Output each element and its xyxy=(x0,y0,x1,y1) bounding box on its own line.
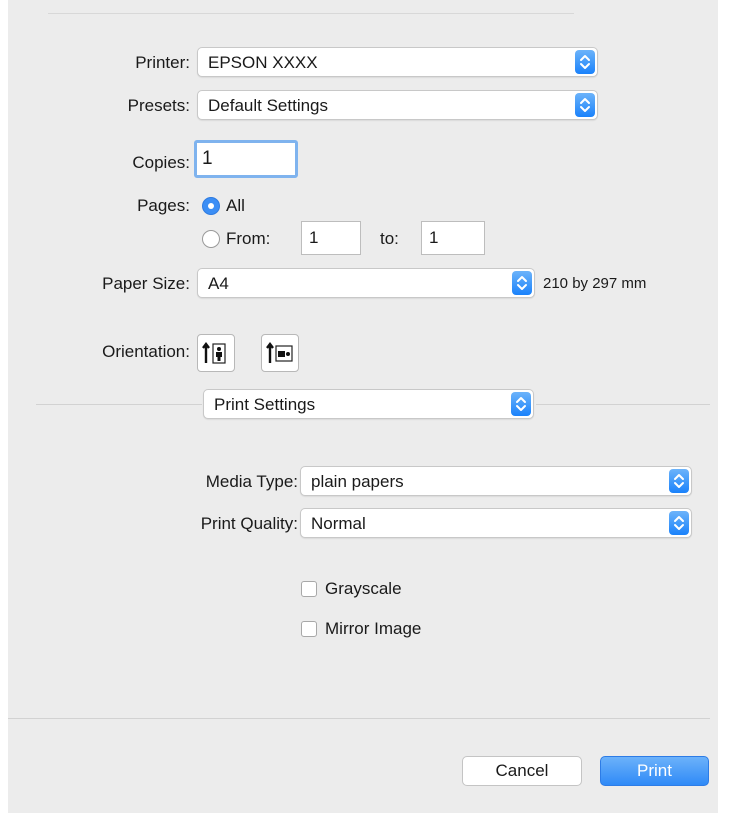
paper-dimensions: 210 by 297 mm xyxy=(543,275,647,292)
print-quality-value: Normal xyxy=(311,514,366,533)
printer-label: Printer: xyxy=(135,53,190,72)
separator-left xyxy=(36,404,202,405)
print-quality-label: Print Quality: xyxy=(200,514,298,533)
media-type-popup[interactable]: plain papers xyxy=(300,466,692,496)
copies-label: Copies: xyxy=(132,153,190,172)
bottom-separator xyxy=(8,718,710,719)
orientation-portrait-button[interactable] xyxy=(197,334,235,372)
updown-arrows-icon xyxy=(669,469,689,493)
paper-size-value: A4 xyxy=(208,274,229,293)
copies-field[interactable]: 1 xyxy=(194,140,298,178)
updown-arrows-icon xyxy=(575,50,595,74)
updown-arrows-icon xyxy=(511,392,531,416)
pages-label: Pages: xyxy=(137,196,190,215)
updown-arrows-icon xyxy=(669,511,689,535)
presets-popup[interactable]: Default Settings xyxy=(197,90,598,120)
orientation-label: Orientation: xyxy=(102,342,190,361)
pages-from-label: From: xyxy=(226,229,271,248)
paper-size-popup[interactable]: A4 xyxy=(197,268,535,298)
presets-value: Default Settings xyxy=(208,96,329,115)
separator-right xyxy=(536,404,710,405)
top-divider xyxy=(48,13,574,14)
pages-from-field[interactable]: 1 xyxy=(301,221,361,255)
pages-to-field[interactable]: 1 xyxy=(421,221,485,255)
portrait-orientation-icon xyxy=(202,342,226,364)
grayscale-label: Grayscale xyxy=(325,579,402,598)
pages-from-value: 1 xyxy=(309,228,319,247)
media-type-label: Media Type: xyxy=(205,472,298,491)
print-dialog: Printer: EPSON XXXX Presets: Default Set… xyxy=(8,0,718,813)
print-quality-popup[interactable]: Normal xyxy=(300,508,692,538)
landscape-orientation-icon xyxy=(266,342,293,363)
pages-to-label: to: xyxy=(380,229,399,248)
media-type-value: plain papers xyxy=(311,472,404,491)
presets-label: Presets: xyxy=(127,96,190,115)
panel-selector-value: Print Settings xyxy=(214,395,316,414)
orientation-landscape-button[interactable] xyxy=(261,334,299,372)
print-button[interactable]: Print xyxy=(600,756,709,786)
pages-from-radio[interactable] xyxy=(202,230,220,248)
printer-popup[interactable]: EPSON XXXX xyxy=(197,47,598,77)
mirror-image-checkbox[interactable] xyxy=(301,621,317,637)
grayscale-checkbox[interactable] xyxy=(301,581,317,597)
pages-to-value: 1 xyxy=(429,228,439,247)
cancel-button[interactable]: Cancel xyxy=(462,756,582,786)
paper-size-label: Paper Size: xyxy=(102,274,190,293)
pages-all-label: All xyxy=(226,196,245,215)
pages-all-radio[interactable] xyxy=(202,197,220,215)
copies-value: 1 xyxy=(202,148,213,169)
mirror-image-label: Mirror Image xyxy=(325,619,422,638)
panel-selector-popup[interactable]: Print Settings xyxy=(203,389,534,419)
updown-arrows-icon xyxy=(512,271,532,295)
updown-arrows-icon xyxy=(575,93,595,117)
printer-value: EPSON XXXX xyxy=(208,53,318,72)
